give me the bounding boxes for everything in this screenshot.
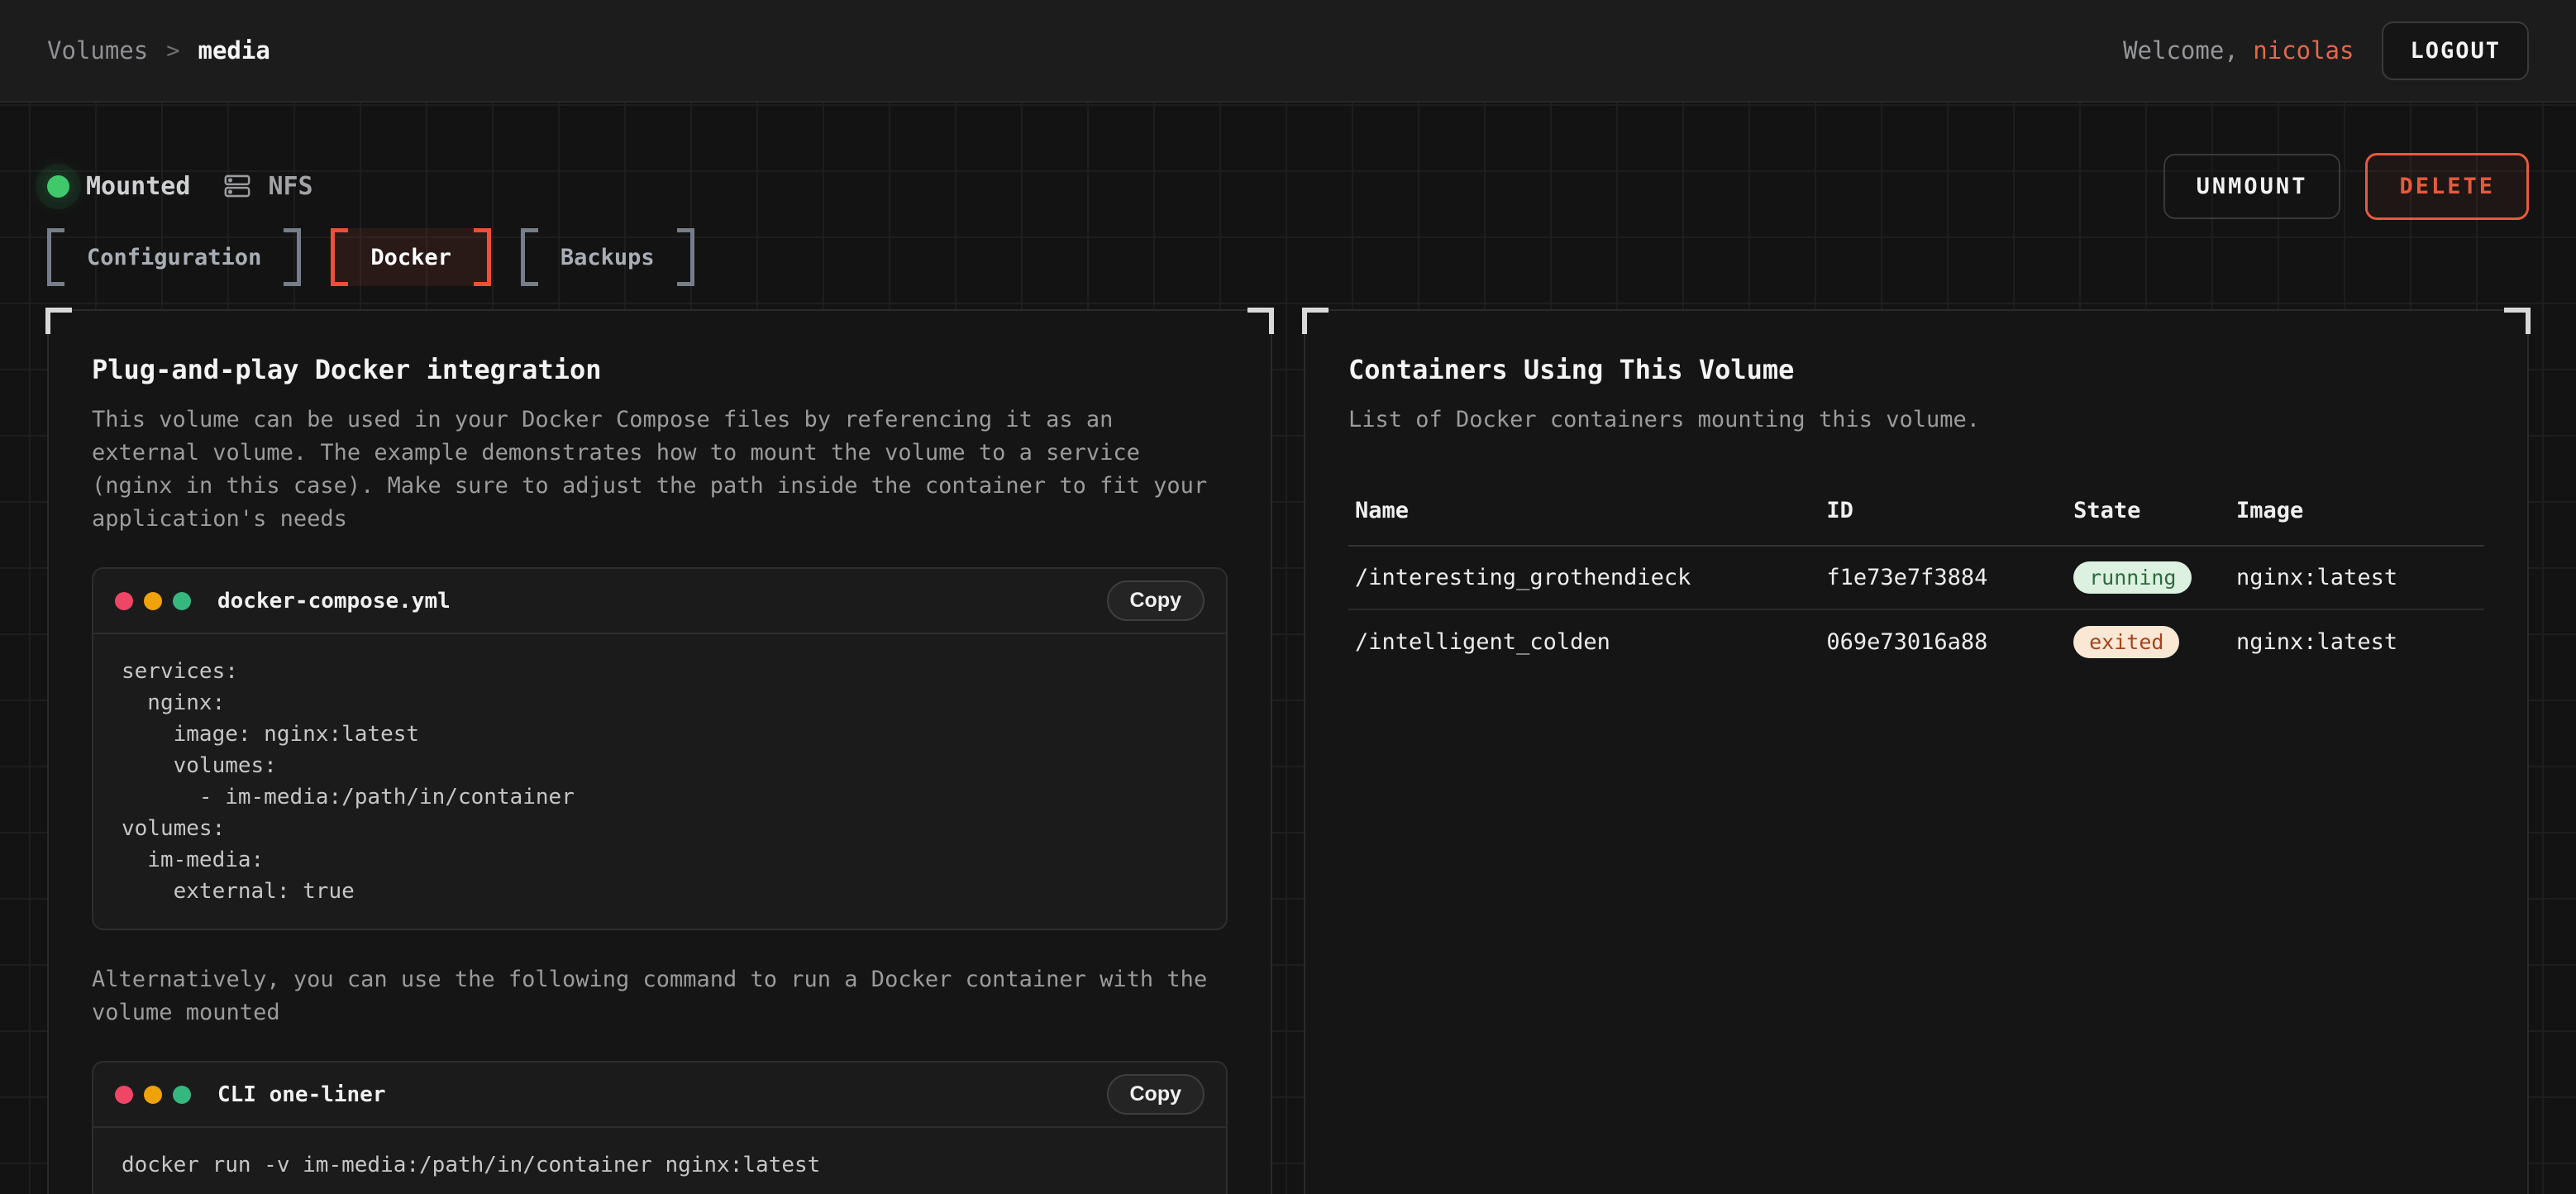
cli-code-block: CLI one-liner Copy docker run -v im-medi…	[92, 1061, 1228, 1194]
cli-title: CLI one-liner	[217, 1082, 386, 1107]
panels-row: Plug-and-play Docker integration This vo…	[47, 309, 2529, 1194]
column-header-image: Image	[2236, 498, 2478, 523]
app-screen: Volumes > media Welcome, nicolas LOGOUT …	[0, 0, 2576, 1194]
server-icon	[223, 172, 251, 200]
traffic-lights-icon	[115, 1086, 191, 1104]
breadcrumb-current-volume: media	[198, 36, 270, 64]
status-badge: running	[2073, 561, 2192, 594]
traffic-green-icon	[173, 1086, 191, 1104]
table-row: /intelligent_colden 069e73016a88 exited …	[1348, 610, 2484, 674]
mounted-status-dot-icon	[47, 175, 69, 198]
top-bar: Volumes > media Welcome, nicolas LOGOUT	[0, 0, 2576, 103]
cli-code-header: CLI one-liner Copy	[93, 1063, 1226, 1128]
containers-table-header: Name ID State Image	[1348, 486, 2484, 547]
docker-panel-description: This volume can be used in your Docker C…	[92, 404, 1228, 536]
container-image: nginx:latest	[2236, 565, 2478, 590]
containers-panel-title: Containers Using This Volume	[1348, 354, 2484, 385]
compose-code-block: docker-compose.yml Copy services: nginx:…	[92, 567, 1228, 930]
compose-filename: docker-compose.yml	[217, 589, 451, 614]
panel-corner-bracket	[45, 308, 72, 334]
container-id: 069e73016a88	[1826, 629, 2073, 655]
top-bar-right: Welcome, nicolas LOGOUT	[2123, 21, 2529, 80]
tab-bar: Configuration Docker Backups	[47, 228, 2529, 286]
workspace: Mounted NFS UNMOUNT DELETE Configuration	[0, 103, 2576, 1194]
container-state: exited	[2073, 626, 2236, 658]
panel-corner-bracket	[2504, 308, 2531, 334]
table-row: /interesting_grothendieck f1e73e7f3884 r…	[1348, 547, 2484, 610]
tab-backups[interactable]: Backups	[521, 228, 694, 286]
container-name: /interesting_grothendieck	[1355, 565, 1826, 590]
container-id: f1e73e7f3884	[1826, 565, 2073, 590]
volume-driver-label: NFS	[268, 172, 312, 201]
cli-intro-text: Alternatively, you can use the following…	[92, 963, 1228, 1029]
breadcrumb: Volumes > media	[47, 36, 270, 64]
breadcrumb-separator-icon: >	[166, 38, 179, 64]
containers-panel-description: List of Docker containers mounting this …	[1348, 404, 2484, 437]
traffic-yellow-icon	[144, 1086, 162, 1104]
traffic-red-icon	[115, 592, 133, 610]
compose-copy-button[interactable]: Copy	[1107, 580, 1205, 621]
traffic-lights-icon	[115, 592, 191, 610]
panel-corner-bracket	[1302, 308, 1329, 334]
status-badge: exited	[2073, 626, 2179, 658]
logout-button[interactable]: LOGOUT	[2382, 21, 2529, 80]
welcome-text: Welcome, nicolas	[2123, 36, 2354, 64]
unmount-button[interactable]: UNMOUNT	[2163, 154, 2341, 219]
container-image: nginx:latest	[2236, 629, 2478, 655]
tab-configuration[interactable]: Configuration	[47, 228, 301, 286]
containers-panel: Containers Using This Volume List of Doc…	[1304, 309, 2529, 1194]
username: nicolas	[2253, 36, 2354, 64]
traffic-yellow-icon	[144, 592, 162, 610]
container-name: /intelligent_colden	[1355, 629, 1826, 655]
column-header-state: State	[2073, 498, 2236, 523]
compose-code-header: docker-compose.yml Copy	[93, 569, 1226, 634]
traffic-red-icon	[115, 1086, 133, 1104]
column-header-name: Name	[1355, 498, 1826, 523]
volume-actions: UNMOUNT DELETE	[2163, 153, 2529, 220]
containers-table: Name ID State Image /interesting_grothen…	[1348, 486, 2484, 674]
delete-button[interactable]: DELETE	[2365, 153, 2529, 220]
volume-status: Mounted NFS	[47, 172, 313, 201]
tab-docker[interactable]: Docker	[331, 228, 491, 286]
column-header-id: ID	[1826, 498, 2073, 523]
welcome-prefix: Welcome,	[2123, 36, 2239, 64]
breadcrumb-volumes-link[interactable]: Volumes	[47, 36, 148, 64]
container-state: running	[2073, 561, 2236, 594]
status-row: Mounted NFS UNMOUNT DELETE	[47, 103, 2529, 218]
panel-corner-bracket	[1247, 308, 1274, 334]
compose-code-content: services: nginx: image: nginx:latest vol…	[93, 634, 1226, 929]
traffic-green-icon	[173, 592, 191, 610]
cli-copy-button[interactable]: Copy	[1107, 1074, 1205, 1115]
cli-code-content: docker run -v im-media:/path/in/containe…	[93, 1128, 1226, 1194]
mounted-status-label: Mounted	[86, 172, 190, 201]
docker-panel-title: Plug-and-play Docker integration	[92, 354, 1228, 385]
docker-integration-panel: Plug-and-play Docker integration This vo…	[47, 309, 1272, 1194]
